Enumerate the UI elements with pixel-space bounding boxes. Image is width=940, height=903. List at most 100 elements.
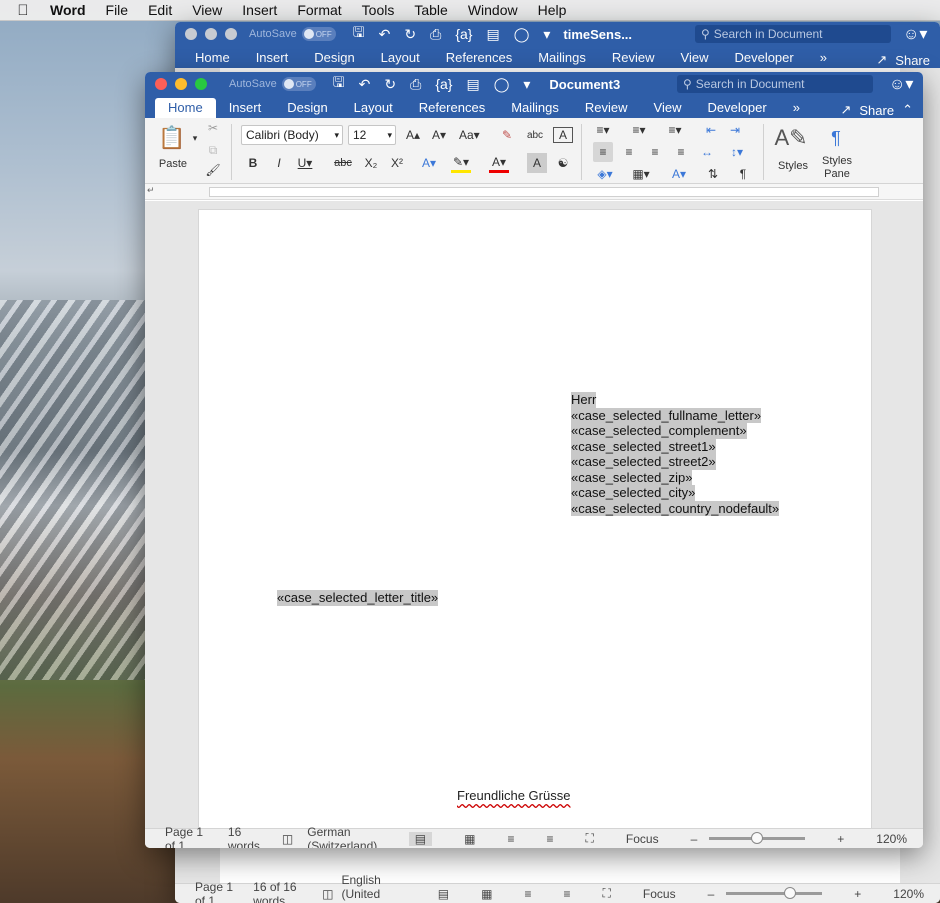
address-line[interactable]: «case_selected_fullname_letter» xyxy=(571,407,762,423)
address-line[interactable]: «case_selected_city» xyxy=(571,485,696,501)
menu-file[interactable]: File xyxy=(96,2,139,18)
increase-indent-icon[interactable]: ⇥ xyxy=(725,120,745,140)
undo-icon[interactable]: ↶ xyxy=(359,76,371,93)
back-minimize-button[interactable] xyxy=(205,28,217,40)
page-count[interactable]: Page 1 of 1 xyxy=(165,825,208,849)
back-close-button[interactable] xyxy=(185,28,197,40)
styles-pane-icon[interactable]: ¶ xyxy=(821,124,851,152)
tab-design[interactable]: Design xyxy=(274,98,340,118)
address-line[interactable]: «case_selected_country_nodefault» xyxy=(571,500,780,516)
ruler-track[interactable] xyxy=(209,187,879,197)
back-field-icon[interactable]: {a} xyxy=(455,26,472,42)
proofing-icon[interactable]: ◫ xyxy=(282,832,293,846)
change-case-icon[interactable]: Aa▾ xyxy=(459,125,480,145)
distributed-button[interactable]: ↔ xyxy=(697,142,717,162)
paste-icon[interactable]: 📋 xyxy=(157,122,187,154)
focus-label[interactable]: Focus xyxy=(626,832,659,846)
print-icon[interactable]: ⎙ xyxy=(410,76,421,93)
word-count[interactable]: 16 words xyxy=(228,825,262,849)
back-tab-view[interactable]: View xyxy=(668,48,722,68)
address-line[interactable]: «case_selected_zip» xyxy=(571,469,693,485)
paste-label[interactable]: Paste xyxy=(157,154,189,174)
back-outline-icon[interactable]: ≡ xyxy=(524,887,531,901)
paste-dropdown-icon[interactable]: ▾ xyxy=(185,128,205,148)
tab-selector-icon[interactable]: ↵ xyxy=(147,185,155,196)
back-share-button[interactable]: ↗ Share xyxy=(876,52,930,68)
shrink-font-icon[interactable]: A▾ xyxy=(429,125,449,145)
enclose-characters-icon[interactable]: ☯ xyxy=(553,153,573,173)
tab-references[interactable]: References xyxy=(406,98,498,118)
back-tab-insert[interactable]: Insert xyxy=(243,48,302,68)
back-more-tabs-icon[interactable]: » xyxy=(807,48,840,68)
more-tabs-icon[interactable]: » xyxy=(780,98,813,118)
zoom-out-button[interactable]: – xyxy=(691,832,698,846)
align-right-button[interactable]: ≡ xyxy=(645,142,665,162)
address-line[interactable]: «case_selected_street2» xyxy=(571,454,716,470)
minimize-button[interactable] xyxy=(175,78,187,90)
menu-app-name[interactable]: Word xyxy=(46,2,96,18)
phonetic-guide-icon[interactable]: abc xyxy=(525,125,545,145)
document-area[interactable]: Herr «case_selected_fullname_letter» «ca… xyxy=(145,201,923,828)
back-web-layout-icon[interactable]: ▦ xyxy=(481,887,492,901)
apple-icon[interactable]:  xyxy=(0,2,46,19)
back-search-input[interactable]: ⚲ Search in Document xyxy=(695,25,891,43)
tab-layout[interactable]: Layout xyxy=(341,98,406,118)
customize-toolbar-icon[interactable]: ▾ xyxy=(523,76,530,93)
print-layout-icon[interactable]: ▤ xyxy=(408,831,433,846)
collapse-ribbon-icon[interactable]: ⌃ xyxy=(902,102,913,118)
tab-view[interactable]: View xyxy=(641,98,695,118)
zoom-in-button[interactable]: + xyxy=(837,832,844,846)
font-size-select[interactable]: 12 ▾ xyxy=(348,125,396,145)
borders-icon[interactable]: ▦▾ xyxy=(631,164,651,184)
back-tab-design[interactable]: Design xyxy=(301,48,367,68)
bullets-icon[interactable]: ≡▾ xyxy=(593,120,613,140)
show-formatting-icon[interactable]: ¶ xyxy=(733,164,753,184)
address-block[interactable]: Herr «case_selected_fullname_letter» «ca… xyxy=(571,392,780,516)
font-color-icon[interactable]: A▾ xyxy=(489,153,509,173)
back-focus-label[interactable]: Focus xyxy=(643,887,676,901)
back-zoom-out[interactable]: – xyxy=(708,887,715,901)
align-center-button[interactable]: ≡ xyxy=(619,142,639,162)
back-tab-home[interactable]: Home xyxy=(175,48,243,68)
clear-formatting-icon[interactable]: ✎ xyxy=(497,125,517,145)
character-shading-icon[interactable]: A xyxy=(527,153,547,173)
back-feedback-icon[interactable]: ☺▾ xyxy=(903,24,927,44)
text-direction-icon[interactable]: A▾ xyxy=(669,164,689,184)
numbering-icon[interactable]: ≡▾ xyxy=(629,120,649,140)
back-print-layout-icon[interactable]: ▤ xyxy=(438,887,449,901)
underline-button[interactable]: U▾ xyxy=(295,153,315,173)
back-save-icon[interactable]: 🖫 xyxy=(353,22,365,46)
text-effects-icon[interactable]: A▾ xyxy=(419,153,439,173)
zoom-slider-knob[interactable] xyxy=(751,832,764,844)
back-focus-icon[interactable]: ⛶ xyxy=(603,886,611,901)
tab-developer[interactable]: Developer xyxy=(694,98,779,118)
tab-mailings[interactable]: Mailings xyxy=(498,98,572,118)
field-icon[interactable]: {a} xyxy=(435,76,452,92)
ruler[interactable]: ↵ xyxy=(145,184,923,200)
address-line[interactable]: Herr xyxy=(571,392,597,408)
zoom-button[interactable] xyxy=(195,78,207,90)
back-tab-references[interactable]: References xyxy=(433,48,525,68)
share-button[interactable]: ↗ Share ⌃ xyxy=(840,102,913,118)
menu-format[interactable]: Format xyxy=(287,2,351,18)
address-line[interactable]: «case_selected_complement» xyxy=(571,423,747,439)
copy-icon[interactable]: ⧉ xyxy=(203,140,223,160)
line-spacing-icon[interactable]: ↕▾ xyxy=(727,142,747,162)
menu-window[interactable]: Window xyxy=(458,2,528,18)
styles-pane-label-2[interactable]: Pane xyxy=(819,167,855,181)
character-border-icon[interactable]: A xyxy=(553,127,573,143)
back-zoom-slider[interactable] xyxy=(726,887,823,899)
shading-icon[interactable]: ◈▾ xyxy=(595,164,615,184)
back-zoom-in[interactable]: + xyxy=(854,887,861,901)
language[interactable]: German (Switzerland) xyxy=(307,825,389,849)
strikethrough-button[interactable]: abc xyxy=(333,153,353,173)
autosave[interactable]: AutoSave OFF xyxy=(229,77,316,91)
back-document-icon[interactable]: ▤ xyxy=(486,26,499,43)
save-icon[interactable]: 🖫 xyxy=(333,72,345,96)
zoom-level[interactable]: 120% xyxy=(876,832,907,846)
back-tab-mailings[interactable]: Mailings xyxy=(525,48,599,68)
back-print-icon[interactable]: ⎙ xyxy=(430,26,441,43)
zoom-slider[interactable] xyxy=(709,832,806,844)
back-redo-icon[interactable]: ↻ xyxy=(404,26,416,43)
document-icon[interactable]: ▤ xyxy=(466,76,479,93)
